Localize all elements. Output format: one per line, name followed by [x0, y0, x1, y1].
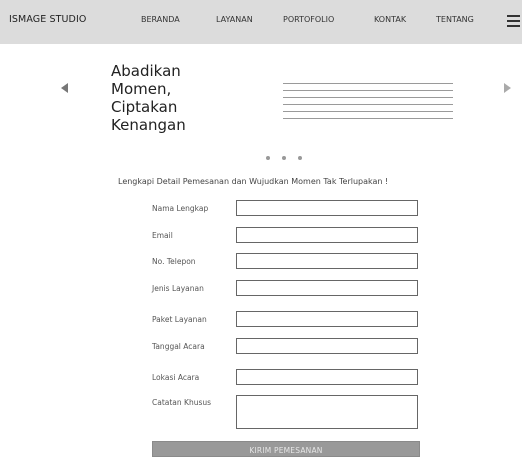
tanggal-acara-input[interactable]: [236, 338, 418, 354]
carousel-dot-2[interactable]: [282, 156, 286, 160]
carousel-dot-3[interactable]: [298, 156, 302, 160]
hamburger-menu-icon[interactable]: [507, 15, 520, 27]
brand-logo[interactable]: ISMAGE STUDIO: [9, 14, 86, 25]
hero-text-placeholder: [283, 83, 453, 125]
field-label-no-telepon: No. Telepon: [152, 257, 196, 266]
field-label-lokasi-acara: Lokasi Acara: [152, 373, 200, 382]
catatan-khusus-textarea[interactable]: [236, 395, 418, 429]
nama-lengkap-input[interactable]: [236, 200, 418, 216]
field-label-email: Email: [152, 231, 173, 240]
nav-item-portofolio[interactable]: PORTOFOLIO: [283, 15, 334, 24]
field-label-tanggal-acara: Tanggal Acara: [152, 342, 205, 351]
carousel-dot-1[interactable]: [266, 156, 270, 160]
nav-item-tentang[interactable]: TENTANG: [436, 15, 474, 24]
field-label-jenis-layanan: Jenis Layanan: [152, 284, 204, 293]
form-heading: Lengkapi Detail Pemesanan dan Wujudkan M…: [118, 177, 389, 186]
carousel-indicators: [266, 156, 308, 162]
field-label-paket-layanan: Paket Layanan: [152, 315, 207, 324]
jenis-layanan-input[interactable]: [236, 280, 418, 296]
carousel-next-icon[interactable]: [504, 83, 511, 93]
email-input[interactable]: [236, 227, 418, 243]
top-navbar: ISMAGE STUDIO BERANDA LAYANAN PORTOFOLIO…: [0, 0, 522, 44]
paket-layanan-input[interactable]: [236, 311, 418, 327]
lokasi-acara-input[interactable]: [236, 369, 418, 385]
booking-page: ISMAGE STUDIO BERANDA LAYANAN PORTOFOLIO…: [0, 0, 522, 457]
no-telepon-input[interactable]: [236, 253, 418, 269]
field-label-catatan-khusus: Catatan Khusus: [152, 398, 212, 407]
nav-item-kontak[interactable]: KONTAK: [374, 15, 406, 24]
field-label-nama-lengkap: Nama Lengkap: [152, 204, 209, 213]
nav-item-beranda[interactable]: BERANDA: [141, 15, 180, 24]
hero-title: Abadikan Momen, Ciptakan Kenangan: [111, 62, 186, 134]
carousel-prev-icon[interactable]: [61, 83, 68, 93]
submit-booking-button[interactable]: KIRIM PEMESANAN: [152, 441, 420, 457]
nav-item-layanan[interactable]: LAYANAN: [216, 15, 253, 24]
